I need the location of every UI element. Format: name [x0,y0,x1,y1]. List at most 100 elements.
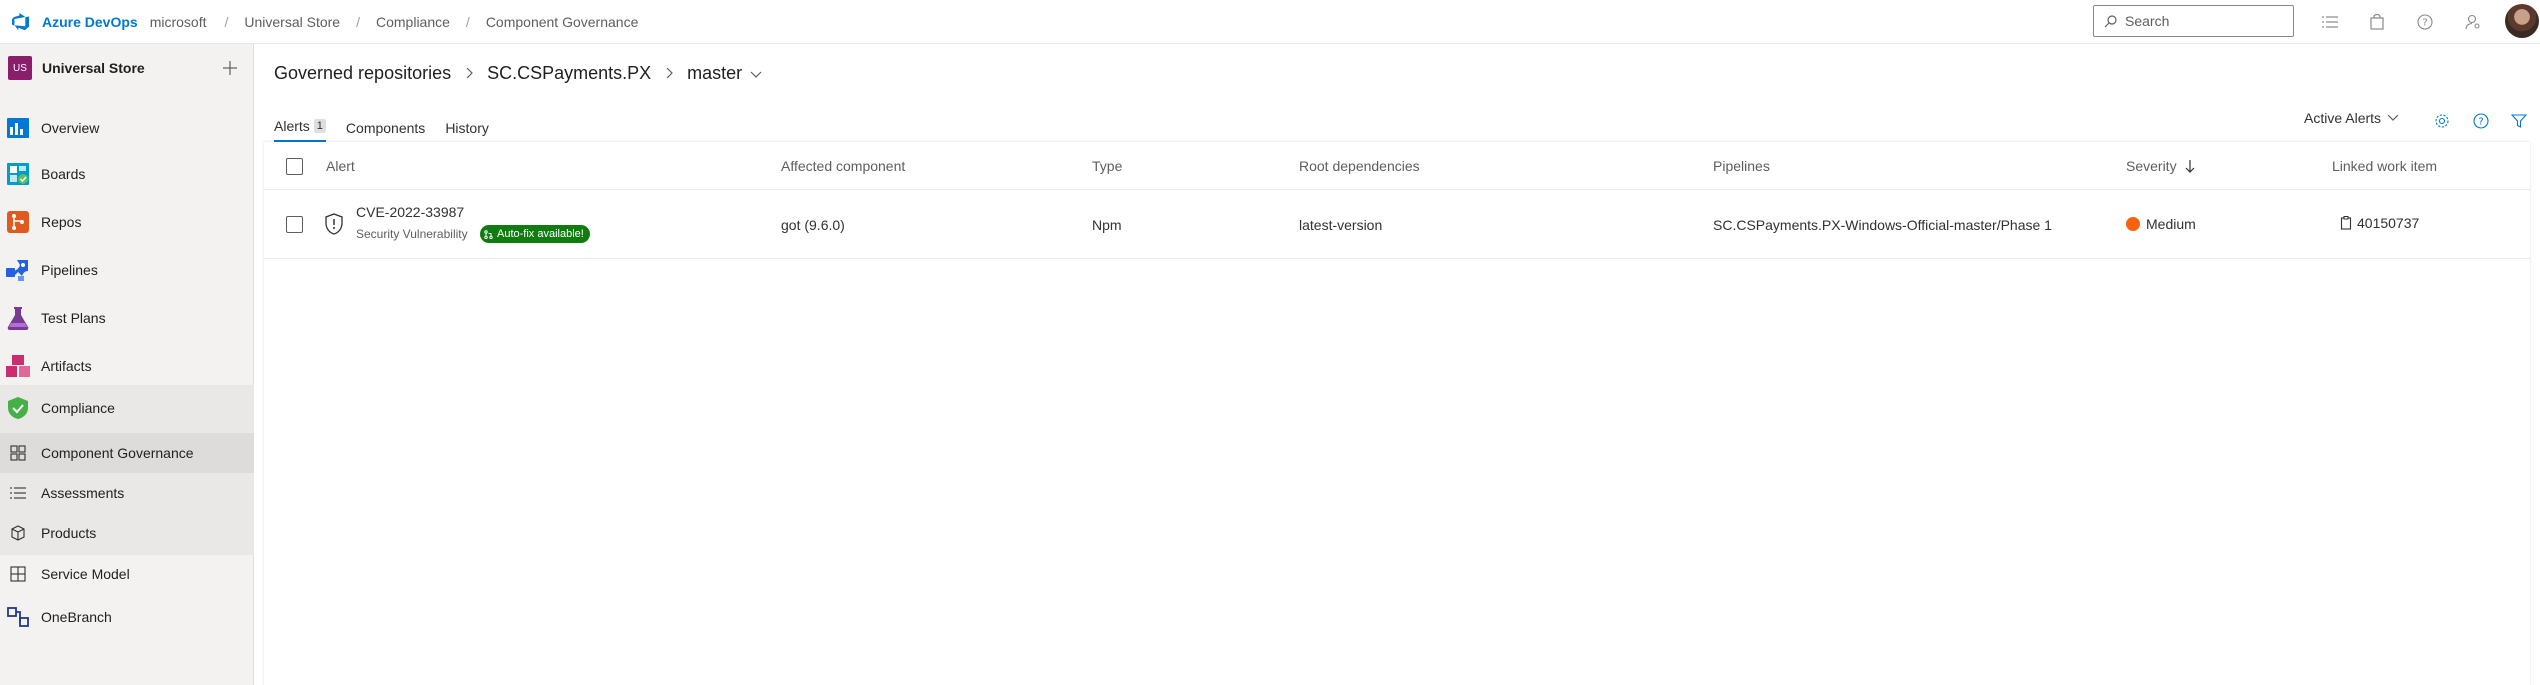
breadcrumb-governed-repositories[interactable]: Governed repositories [274,63,451,84]
breadcrumb-separator: / [465,13,470,30]
boards-icon [5,161,31,187]
pipelines-icon [5,257,31,283]
work-item-icon [2340,216,2352,230]
column-header-linked-work-item[interactable]: Linked work item [2332,158,2437,174]
breadcrumb-hub[interactable]: Compliance [376,14,450,30]
breadcrumb-separator: / [224,13,229,30]
settings-gear-icon[interactable] [2431,110,2453,132]
pull-request-icon [484,229,493,239]
sort-descending-icon [2185,160,2195,173]
help-icon[interactable]: ? [2414,11,2436,33]
tab-count-badge: 1 [313,119,326,133]
column-header-pipelines[interactable]: Pipelines [1713,158,1770,174]
sidebar-item-label: Compliance [41,400,115,416]
sidebar-item-label: OneBranch [41,609,112,625]
branch-selector[interactable]: master [687,63,742,84]
search-icon [2104,14,2117,27]
select-all-checkbox[interactable] [286,158,303,175]
column-header-root-dependencies[interactable]: Root dependencies [1299,158,1420,174]
affected-component-cell[interactable]: got (9.6.0) [781,217,845,233]
sidebar-item-boards[interactable]: Boards [0,150,254,198]
filter-icon[interactable] [2508,110,2530,132]
sidebar-item-label: Assessments [41,485,125,501]
search-input[interactable] [2125,13,2285,29]
search-box[interactable] [2093,5,2294,37]
brand-name[interactable]: Azure DevOps [42,14,138,30]
root-dependency-cell[interactable]: latest-version [1299,217,1382,233]
column-header-alert[interactable]: Alert [326,158,355,174]
auto-fix-label: Auto-fix available! [497,228,584,240]
row-checkbox[interactable] [286,216,303,233]
type-cell: Npm [1092,217,1122,233]
tab-label: Alerts [274,118,310,134]
alert-filter-dropdown[interactable]: Active Alerts [2304,110,2399,126]
column-header-affected-component[interactable]: Affected component [781,158,905,174]
compliance-shield-icon [5,395,31,421]
sidebar-item-artifacts[interactable]: Artifacts [0,342,254,390]
azure-devops-logo-icon[interactable] [8,9,34,35]
tab-alerts[interactable]: Alerts 1 [274,118,326,142]
onebranch-icon [5,604,31,630]
alert-id-link[interactable]: CVE-2022-33987 [356,204,464,220]
sidebar-item-label: Pipelines [41,262,98,278]
help-icon[interactable]: ? [2470,110,2492,132]
alert-type-label: Security Vulnerability [356,227,468,241]
top-bar: Azure DevOps microsoft / Universal Store… [0,0,2540,44]
tab-components[interactable]: Components [346,120,425,142]
column-header-severity[interactable]: Severity [2126,158,2195,174]
overview-icon [5,115,31,141]
sidebar-item-label: Artifacts [41,358,92,374]
task-list-icon[interactable] [2319,11,2341,33]
project-name: Universal Store [42,60,145,76]
work-item-id: 40150737 [2357,215,2420,231]
main-content: Governed repositories SC.CSPayments.PX m… [255,44,2540,685]
sidebar: US Universal Store Overview Boards Repos… [0,44,254,685]
user-settings-icon[interactable] [2462,11,2484,33]
svg-text:?: ? [2478,117,2483,128]
sidebar-item-assessments[interactable]: Assessments [0,473,254,513]
severity-indicator-icon [2126,217,2140,231]
sidebar-item-component-governance[interactable]: Component Governance [0,433,254,473]
user-avatar[interactable] [2505,4,2539,38]
sidebar-item-overview[interactable]: Overview [0,106,254,150]
sidebar-item-compliance[interactable]: Compliance [0,385,254,431]
table-header: Alert Affected component Type Root depen… [264,142,2530,190]
breadcrumb-separator: / [356,13,360,30]
column-header-severity-label: Severity [2126,158,2177,174]
sidebar-item-pipelines[interactable]: Pipelines [0,246,254,294]
auto-fix-badge[interactable]: Auto-fix available! [480,225,590,243]
breadcrumb-page[interactable]: Component Governance [486,14,639,30]
svg-text:?: ? [2422,18,2427,29]
sidebar-item-label: Test Plans [41,310,106,326]
pipeline-cell[interactable]: SC.CSPayments.PX-Windows-Official-master… [1713,217,2052,233]
sidebar-item-label: Overview [41,120,100,136]
chevron-down-icon [2387,114,2399,121]
component-governance-icon [8,443,28,463]
tab-history[interactable]: History [445,120,489,142]
sidebar-item-service-model[interactable]: Service Model [0,554,254,594]
sidebar-item-test-plans[interactable]: Test Plans [0,294,254,342]
sidebar-item-onebranch[interactable]: OneBranch [0,596,254,638]
alert-filter-label: Active Alerts [2304,110,2382,126]
linked-work-item-cell[interactable]: 40150737 [2340,215,2419,231]
security-shield-icon [324,213,344,238]
chevron-down-icon[interactable] [750,63,762,84]
breadcrumb-repository[interactable]: SC.CSPayments.PX [487,63,651,84]
breadcrumb-project[interactable]: Universal Store [244,14,340,30]
project-header[interactable]: US Universal Store [0,44,254,92]
sidebar-item-repos[interactable]: Repos [0,198,254,246]
artifacts-icon [5,353,31,379]
repos-icon [5,209,31,235]
marketplace-bag-icon[interactable] [2366,11,2388,33]
severity-cell: Medium [2126,216,2196,232]
page-breadcrumb: Governed repositories SC.CSPayments.PX m… [274,63,762,84]
tab-label: Components [345,120,426,136]
products-box-icon [8,523,28,543]
column-header-type[interactable]: Type [1092,158,1122,174]
org-name[interactable]: microsoft [150,14,207,30]
add-icon[interactable] [218,56,242,80]
table-row[interactable]: CVE-2022-33987 Security Vulnerability Au… [264,191,2530,259]
sidebar-item-label: Boards [41,166,86,182]
sidebar-item-label: Repos [41,214,82,230]
sidebar-item-products[interactable]: Products [0,513,254,553]
